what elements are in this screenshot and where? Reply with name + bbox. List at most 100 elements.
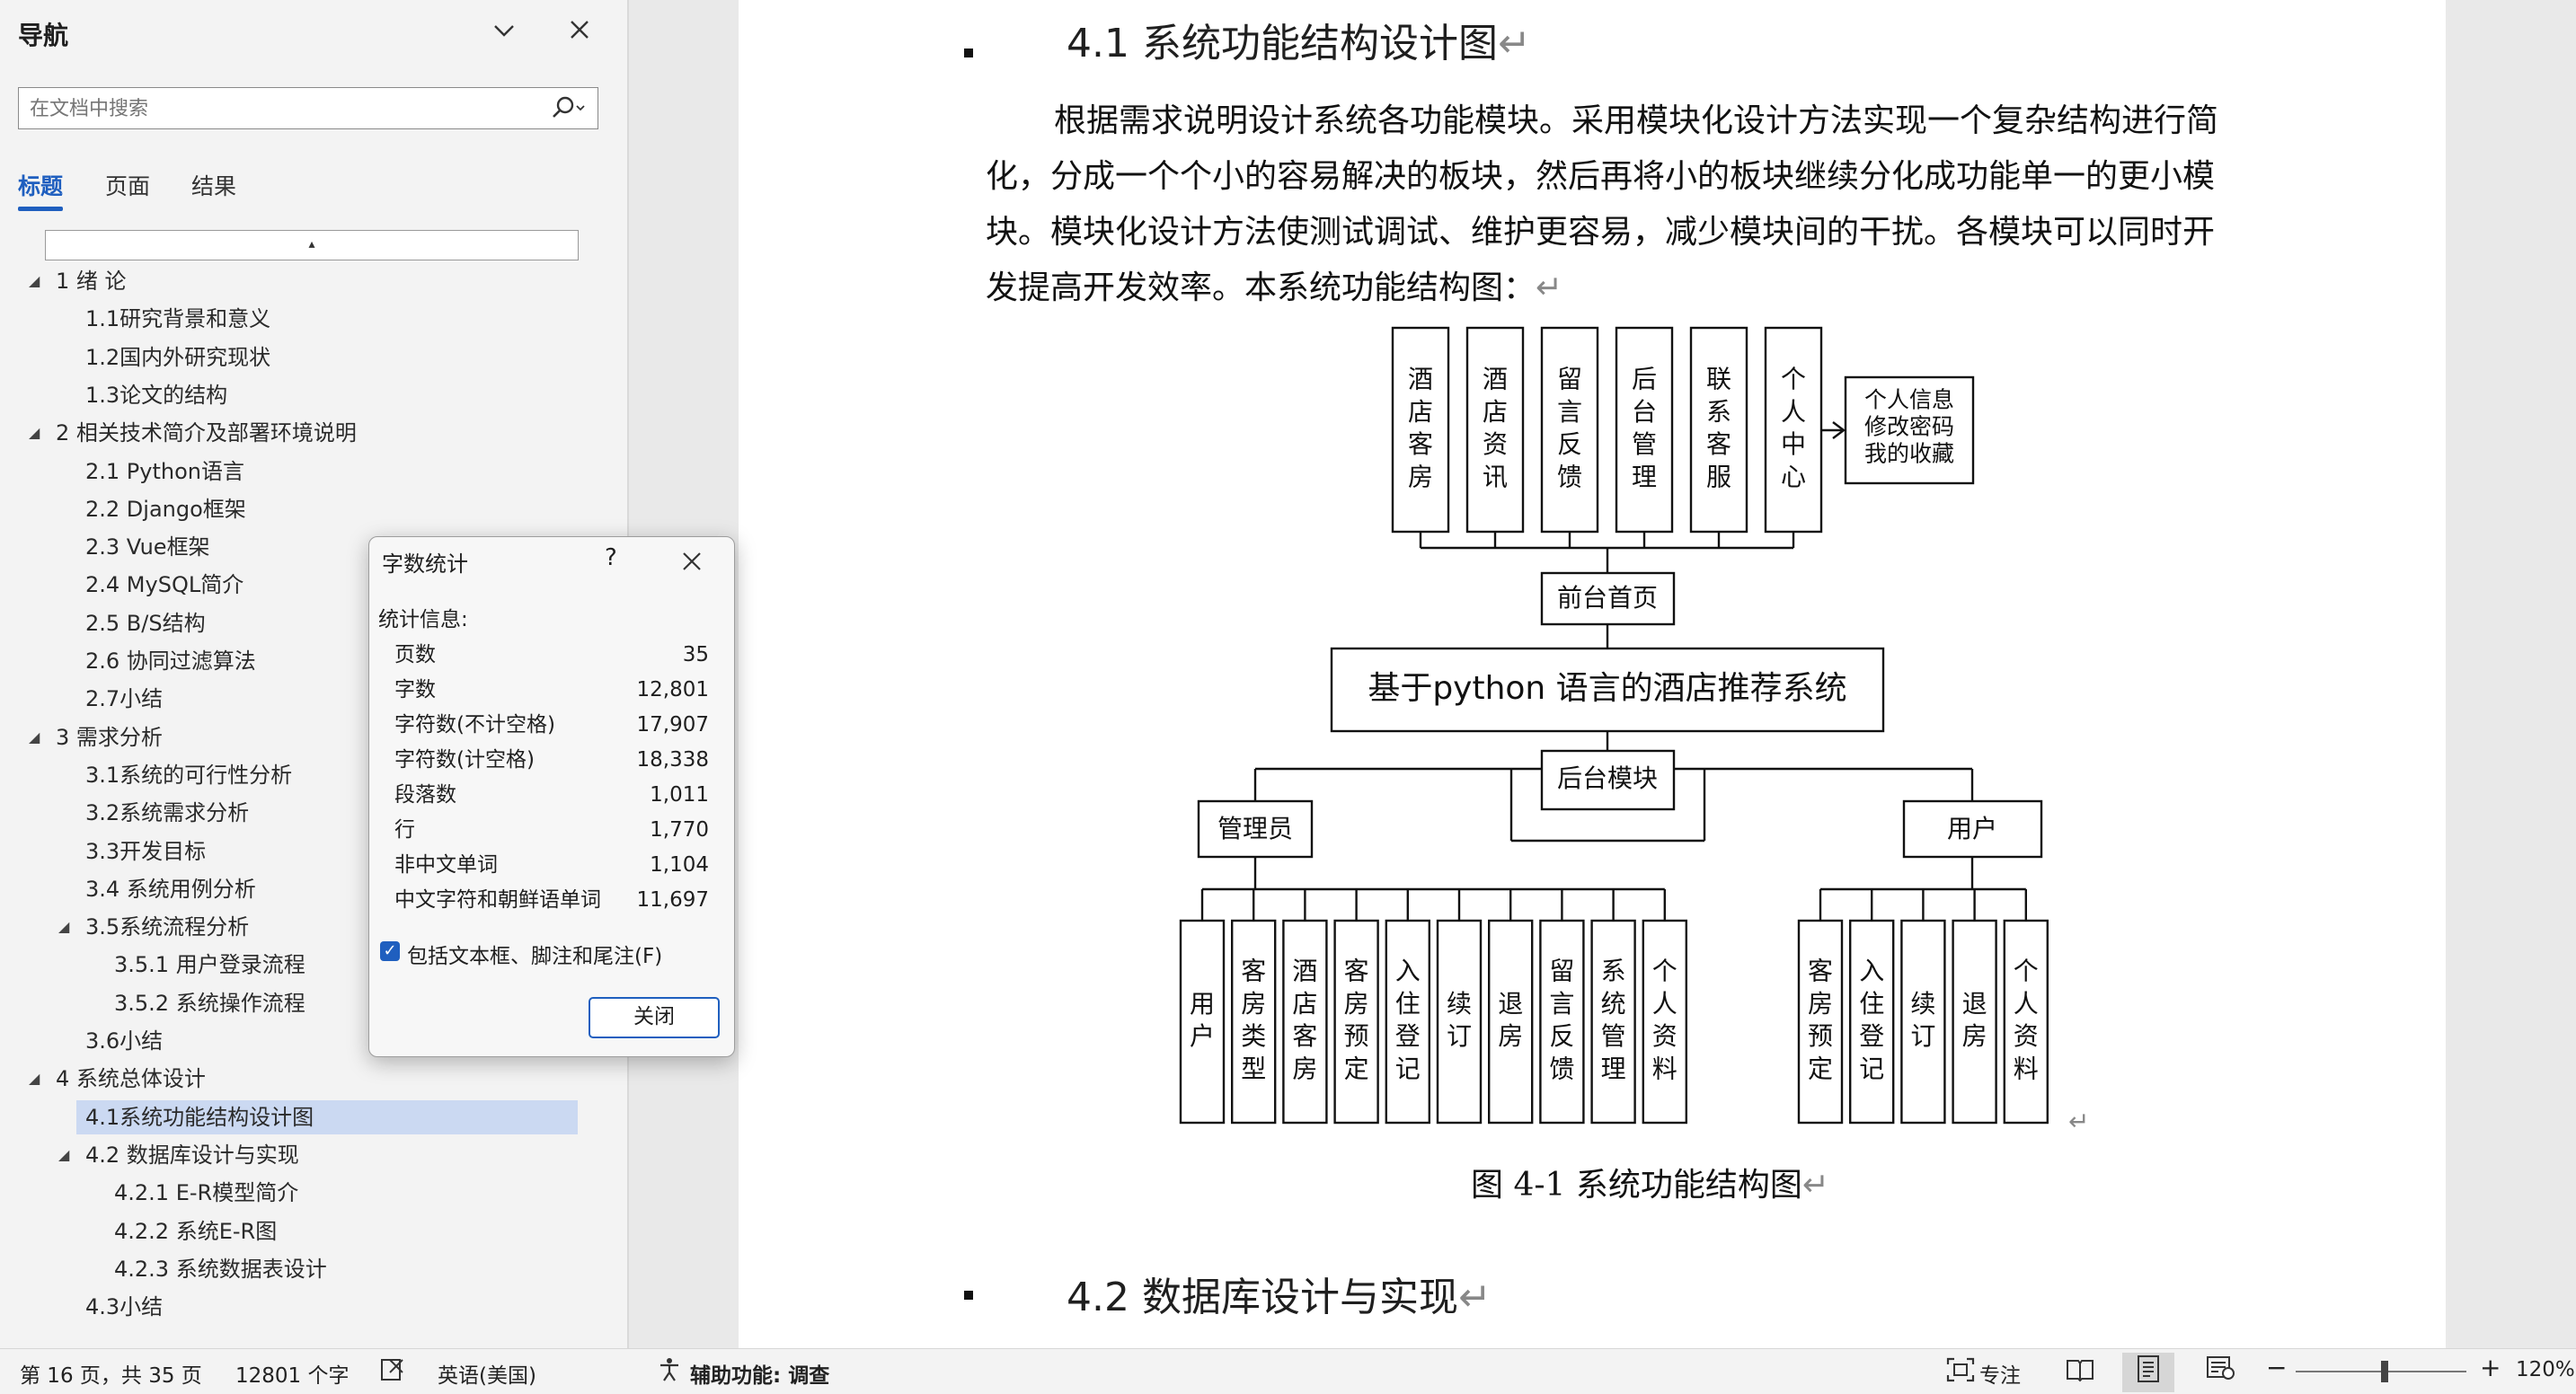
svg-text:酒: 酒 bbox=[1483, 364, 1508, 393]
search-input[interactable] bbox=[28, 93, 544, 124]
nav-heading-item[interactable]: 2.6 协同过滤算法 bbox=[85, 644, 256, 678]
nav-heading-item[interactable]: 1.3论文的结构 bbox=[85, 378, 227, 412]
nav-heading-item[interactable]: 2.1 Python语言 bbox=[85, 454, 244, 489]
stat-row: 中文字符和朝鲜语单词 11,697 bbox=[394, 883, 709, 917]
document-page[interactable]: 4.1 系统功能结构设计图↵ 根据需求说明设计系统各功能模块。采用模块化设计方法… bbox=[739, 0, 2446, 1348]
expand-collapse-triangle-icon[interactable]: ◢ bbox=[29, 416, 40, 450]
stat-label: 非中文单词 bbox=[394, 853, 498, 877]
include-textboxes-checkbox[interactable]: ✓ bbox=[380, 941, 400, 961]
svg-text:预: 预 bbox=[1344, 1021, 1369, 1051]
svg-text:记: 记 bbox=[1859, 1054, 1884, 1084]
expand-collapse-triangle-icon[interactable]: ◢ bbox=[29, 720, 40, 754]
nav-heading-item[interactable]: 1.1研究背景和意义 bbox=[85, 302, 270, 336]
nav-close-icon[interactable] bbox=[566, 16, 593, 50]
svg-text:人: 人 bbox=[1652, 989, 1677, 1019]
nav-heading-item[interactable]: 3.5系统流程分析 bbox=[85, 910, 249, 944]
svg-text:料: 料 bbox=[2014, 1054, 2039, 1084]
nav-options-chevron-icon[interactable] bbox=[490, 16, 518, 52]
proofing-icon[interactable] bbox=[379, 1356, 406, 1389]
heading-4-2[interactable]: 4.2 数据库设计与实现↵ bbox=[1067, 1265, 1492, 1322]
nav-heading-item[interactable]: 3.5.2 系统操作流程 bbox=[114, 986, 305, 1020]
svg-text:订: 订 bbox=[1910, 1021, 1935, 1051]
svg-text:房: 房 bbox=[1808, 989, 1833, 1019]
focus-icon[interactable] bbox=[1946, 1356, 1975, 1389]
svg-text:酒: 酒 bbox=[1292, 956, 1317, 985]
zoom-slider-thumb[interactable] bbox=[2381, 1361, 2388, 1382]
svg-text:言: 言 bbox=[1549, 989, 1574, 1019]
nav-heading-item[interactable]: 2.3 Vue框架 bbox=[85, 530, 210, 564]
read-mode-icon[interactable] bbox=[2059, 1354, 2101, 1390]
heading-collapse-bar[interactable]: ▴ bbox=[45, 230, 579, 260]
nav-heading-item[interactable]: 4.2.3 系统数据表设计 bbox=[114, 1252, 327, 1286]
language-indicator[interactable]: 英语(美国) bbox=[438, 1358, 536, 1389]
tab-headings[interactable]: 标题 bbox=[18, 169, 63, 201]
print-layout-icon[interactable] bbox=[2122, 1353, 2174, 1392]
svg-text:房: 房 bbox=[1292, 1054, 1317, 1084]
nav-heading-item[interactable]: 3 需求分析 bbox=[56, 720, 163, 754]
nav-heading-item[interactable]: 1 绪 论 bbox=[56, 264, 127, 298]
focus-label[interactable]: 专注 bbox=[1979, 1358, 2021, 1389]
svg-text:定: 定 bbox=[1344, 1054, 1369, 1084]
svg-text:房: 房 bbox=[1241, 989, 1266, 1019]
expand-collapse-triangle-icon[interactable]: ◢ bbox=[58, 1138, 69, 1172]
expand-collapse-triangle-icon[interactable]: ◢ bbox=[29, 1062, 40, 1096]
nav-heading-item[interactable]: 3.2系统需求分析 bbox=[85, 796, 249, 830]
nav-heading-item[interactable]: 3.5.1 用户登录流程 bbox=[114, 948, 305, 982]
help-button[interactable]: ? bbox=[605, 544, 617, 571]
search-icon[interactable] bbox=[547, 93, 587, 126]
front-page-label: 前台首页 bbox=[1557, 583, 1658, 613]
word-count-indicator[interactable]: 12801 个字 bbox=[235, 1358, 349, 1389]
close-button[interactable]: 关闭 bbox=[589, 997, 720, 1038]
include-textboxes-label[interactable]: 包括文本框、脚注和尾注(F) bbox=[407, 939, 662, 969]
nav-heading-item[interactable]: 2.2 Django框架 bbox=[85, 492, 246, 526]
nav-heading-item[interactable]: 2.4 MySQL简介 bbox=[85, 568, 243, 602]
nav-heading-item[interactable]: 2 相关技术简介及部署环境说明 bbox=[56, 416, 357, 450]
svg-text:台: 台 bbox=[1632, 397, 1657, 427]
nav-heading-item[interactable]: 4.3小结 bbox=[85, 1290, 163, 1324]
nav-heading-item[interactable]: 4.2 数据库设计与实现 bbox=[85, 1138, 299, 1172]
zoom-in-button[interactable]: + bbox=[2480, 1353, 2501, 1382]
nav-heading-item[interactable]: 3.4 系统用例分析 bbox=[85, 872, 256, 906]
nav-heading-item[interactable]: 4 系统总体设计 bbox=[56, 1062, 206, 1096]
svg-text:客: 客 bbox=[1292, 1021, 1317, 1051]
nav-search-box[interactable] bbox=[18, 87, 598, 129]
dialog-close-icon[interactable] bbox=[680, 543, 704, 580]
web-layout-icon[interactable] bbox=[2206, 1354, 2236, 1387]
nav-heading-item[interactable]: 3.3开发目标 bbox=[85, 834, 206, 869]
zoom-out-button[interactable]: − bbox=[2266, 1353, 2287, 1382]
expand-collapse-triangle-icon[interactable]: ◢ bbox=[58, 910, 69, 944]
accessibility-status[interactable]: 辅助功能: 调查 bbox=[690, 1358, 829, 1389]
svg-text:个: 个 bbox=[1652, 956, 1677, 985]
svg-text:退: 退 bbox=[1962, 989, 1987, 1019]
svg-text:言: 言 bbox=[1557, 397, 1582, 427]
svg-text:讯: 讯 bbox=[1483, 463, 1508, 492]
page-indicator[interactable]: 第 16 页，共 35 页 bbox=[20, 1358, 202, 1389]
svg-text:个: 个 bbox=[2014, 956, 2039, 985]
stat-value: 12,801 bbox=[636, 678, 709, 701]
nav-heading-item[interactable]: 4.1系统功能结构设计图 bbox=[76, 1099, 578, 1134]
svg-text:记: 记 bbox=[1395, 1054, 1421, 1084]
nav-heading-item[interactable]: 1.2国内外研究现状 bbox=[85, 340, 270, 375]
admin-label: 管理员 bbox=[1217, 814, 1293, 843]
stat-row: 字数 12,801 bbox=[394, 673, 709, 707]
backend-module-label: 后台模块 bbox=[1557, 763, 1658, 793]
tab-results[interactable]: 结果 bbox=[191, 169, 236, 201]
svg-text:型: 型 bbox=[1241, 1054, 1266, 1084]
nav-heading-item[interactable]: 3.1系统的可行性分析 bbox=[85, 758, 292, 792]
svg-text:客: 客 bbox=[1344, 956, 1369, 985]
svg-text:系: 系 bbox=[1706, 397, 1731, 427]
nav-title: 导航 bbox=[18, 21, 69, 50]
tab-pages[interactable]: 页面 bbox=[105, 169, 150, 201]
zoom-level[interactable]: 120% bbox=[2516, 1358, 2575, 1381]
nav-heading-item[interactable]: 3.6小结 bbox=[85, 1024, 163, 1058]
nav-heading-item[interactable]: 4.2.2 系统E-R图 bbox=[114, 1214, 277, 1248]
nav-heading-item[interactable]: 4.2.1 E-R模型简介 bbox=[114, 1176, 298, 1210]
function-structure-diagram[interactable]: 酒店客房酒店资讯留言反馈后台管理联系客服个人中心个人信息修改密码我的收藏前台首页… bbox=[739, 0, 2446, 1168]
svg-text:客: 客 bbox=[1241, 956, 1266, 985]
accessibility-icon[interactable] bbox=[656, 1356, 683, 1389]
svg-text:入: 入 bbox=[1859, 956, 1884, 985]
nav-heading-item[interactable]: 2.7小结 bbox=[85, 682, 163, 716]
nav-heading-item[interactable]: 2.5 B/S结构 bbox=[85, 606, 206, 640]
svg-text:订: 订 bbox=[1447, 1021, 1472, 1051]
expand-collapse-triangle-icon[interactable]: ◢ bbox=[29, 264, 40, 298]
